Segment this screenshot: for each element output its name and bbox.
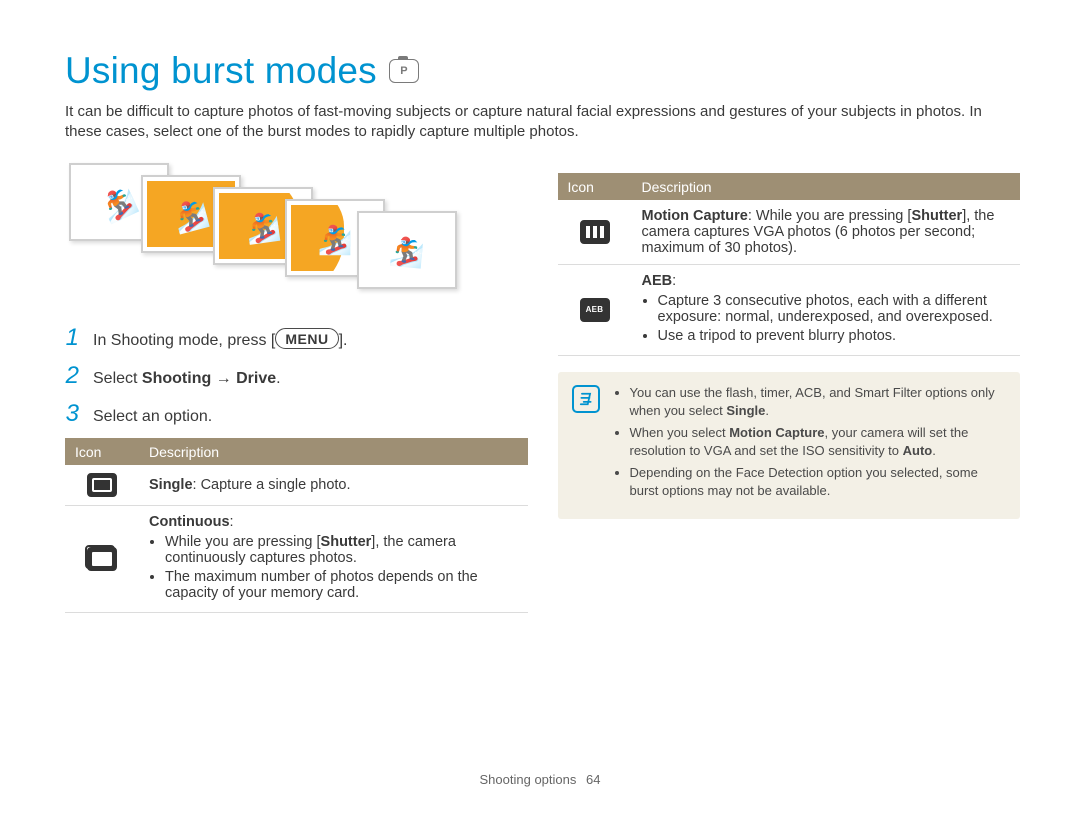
text-bold: Single xyxy=(149,477,193,493)
left-column: 🏂 🏂 🏂 🏂 🏂 1 In Sh xyxy=(65,163,528,613)
th-description: Description xyxy=(139,438,528,465)
step-number: 1 xyxy=(65,324,79,352)
step-3: 3 Select an option. xyxy=(65,400,528,428)
cell-icon xyxy=(558,264,632,355)
th-description: Description xyxy=(632,173,1021,200)
note-list: You can use the flash, timer, ACB, and S… xyxy=(614,384,1005,505)
text: When you select xyxy=(630,425,730,440)
th-icon: Icon xyxy=(65,438,139,465)
step-number: 3 xyxy=(65,400,79,428)
text-bold: AEB xyxy=(642,273,673,289)
intro-text: It can be difficult to capture photos of… xyxy=(65,102,1020,143)
text: Select xyxy=(93,370,142,387)
snowboarder-icon: 🏂 xyxy=(318,224,353,257)
cell-icon xyxy=(65,505,139,612)
table-row: Single: Capture a single photo. xyxy=(65,465,528,506)
document-page: Using burst modes It can be difficult to… xyxy=(0,0,1080,815)
cell-icon xyxy=(65,465,139,506)
text: In Shooting mode, press [ xyxy=(93,332,275,349)
text-bold: Single xyxy=(726,403,765,418)
snowboarder-icon: 🏂 xyxy=(96,182,142,227)
page-title: Using burst modes xyxy=(65,50,377,92)
text: : xyxy=(230,514,234,530)
th-icon: Icon xyxy=(558,173,632,200)
list-item: You can use the flash, timer, ACB, and S… xyxy=(630,384,1005,420)
list-item: Capture 3 consecutive photos, each with … xyxy=(658,293,1011,325)
page-number: 64 xyxy=(586,772,600,787)
footer-section: Shooting options xyxy=(480,772,577,787)
aeb-mode-icon xyxy=(580,298,610,322)
camera-mode-icon xyxy=(389,59,419,83)
cell-desc: AEB: Capture 3 consecutive photos, each … xyxy=(632,264,1021,355)
text: . xyxy=(765,403,769,418)
text-bold: Motion Capture xyxy=(729,425,824,440)
note-box: You can use the flash, timer, ACB, and S… xyxy=(558,372,1021,519)
cell-desc: Single: Capture a single photo. xyxy=(139,465,528,506)
snowboarder-icon: 🏂 xyxy=(243,209,282,247)
text-bold: Auto xyxy=(903,443,933,458)
text-bold: Drive xyxy=(236,370,276,387)
list-item: When you select Motion Capture, your cam… xyxy=(630,424,1005,460)
text-bold: Motion Capture xyxy=(642,208,748,224)
snowboarder-icon: 🏂 xyxy=(388,234,426,270)
bullet-list: Capture 3 consecutive photos, each with … xyxy=(642,293,1011,344)
list-item: Use a tripod to prevent blurry photos. xyxy=(658,328,1011,344)
text: : While you are pressing [ xyxy=(748,208,912,224)
step-text: Select Shooting → Drive. xyxy=(93,370,281,388)
step-1: 1 In Shooting mode, press [MENU]. xyxy=(65,324,528,352)
arrow-icon: → xyxy=(211,370,236,387)
note-icon xyxy=(572,385,600,413)
text: . xyxy=(932,443,936,458)
continuous-mode-icon xyxy=(87,547,117,571)
step-number: 2 xyxy=(65,362,79,390)
text: . xyxy=(276,370,280,387)
bullet-list: While you are pressing [Shutter], the ca… xyxy=(149,534,518,601)
text: : xyxy=(672,273,676,289)
burst-frame: 🏂 xyxy=(357,211,457,289)
step-text: In Shooting mode, press [MENU]. xyxy=(93,328,347,350)
single-mode-icon xyxy=(87,473,117,497)
right-column: Icon Description Motion Capture: While y… xyxy=(558,163,1021,613)
page-footer: Shooting options 64 xyxy=(0,772,1080,787)
menu-key-icon: MENU xyxy=(275,328,338,349)
text: While you are pressing [ xyxy=(165,534,321,550)
text: You can use the flash, timer, ACB, and S… xyxy=(630,385,995,418)
title-row: Using burst modes xyxy=(65,50,1020,92)
table-row: Motion Capture: While you are pressing [… xyxy=(558,200,1021,265)
text-bold: Shutter xyxy=(911,208,962,224)
options-table-right: Icon Description Motion Capture: While y… xyxy=(558,173,1021,356)
table-row: AEB: Capture 3 consecutive photos, each … xyxy=(558,264,1021,355)
steps-list: 1 In Shooting mode, press [MENU]. 2 Sele… xyxy=(65,324,528,428)
table-row: Continuous: While you are pressing [Shut… xyxy=(65,505,528,612)
text: : Capture a single photo. xyxy=(193,477,351,493)
text-bold: Shooting xyxy=(142,370,211,387)
list-item: The maximum number of photos depends on … xyxy=(165,569,518,601)
options-table-left: Icon Description Single: Capture a singl… xyxy=(65,438,528,613)
cell-desc: Motion Capture: While you are pressing [… xyxy=(632,200,1021,265)
cell-desc: Continuous: While you are pressing [Shut… xyxy=(139,505,528,612)
text-bold: Shutter xyxy=(321,534,372,550)
list-item: While you are pressing [Shutter], the ca… xyxy=(165,534,518,566)
text-bold: Continuous xyxy=(149,514,230,530)
text: ]. xyxy=(339,332,348,349)
cell-icon xyxy=(558,200,632,265)
burst-illustration: 🏂 🏂 🏂 🏂 🏂 xyxy=(69,163,469,298)
step-text: Select an option. xyxy=(93,408,212,426)
motion-capture-mode-icon xyxy=(580,220,610,244)
content-columns: 🏂 🏂 🏂 🏂 🏂 1 In Sh xyxy=(65,163,1020,613)
list-item: Depending on the Face Detection option y… xyxy=(630,464,1005,500)
step-2: 2 Select Shooting → Drive. xyxy=(65,362,528,390)
